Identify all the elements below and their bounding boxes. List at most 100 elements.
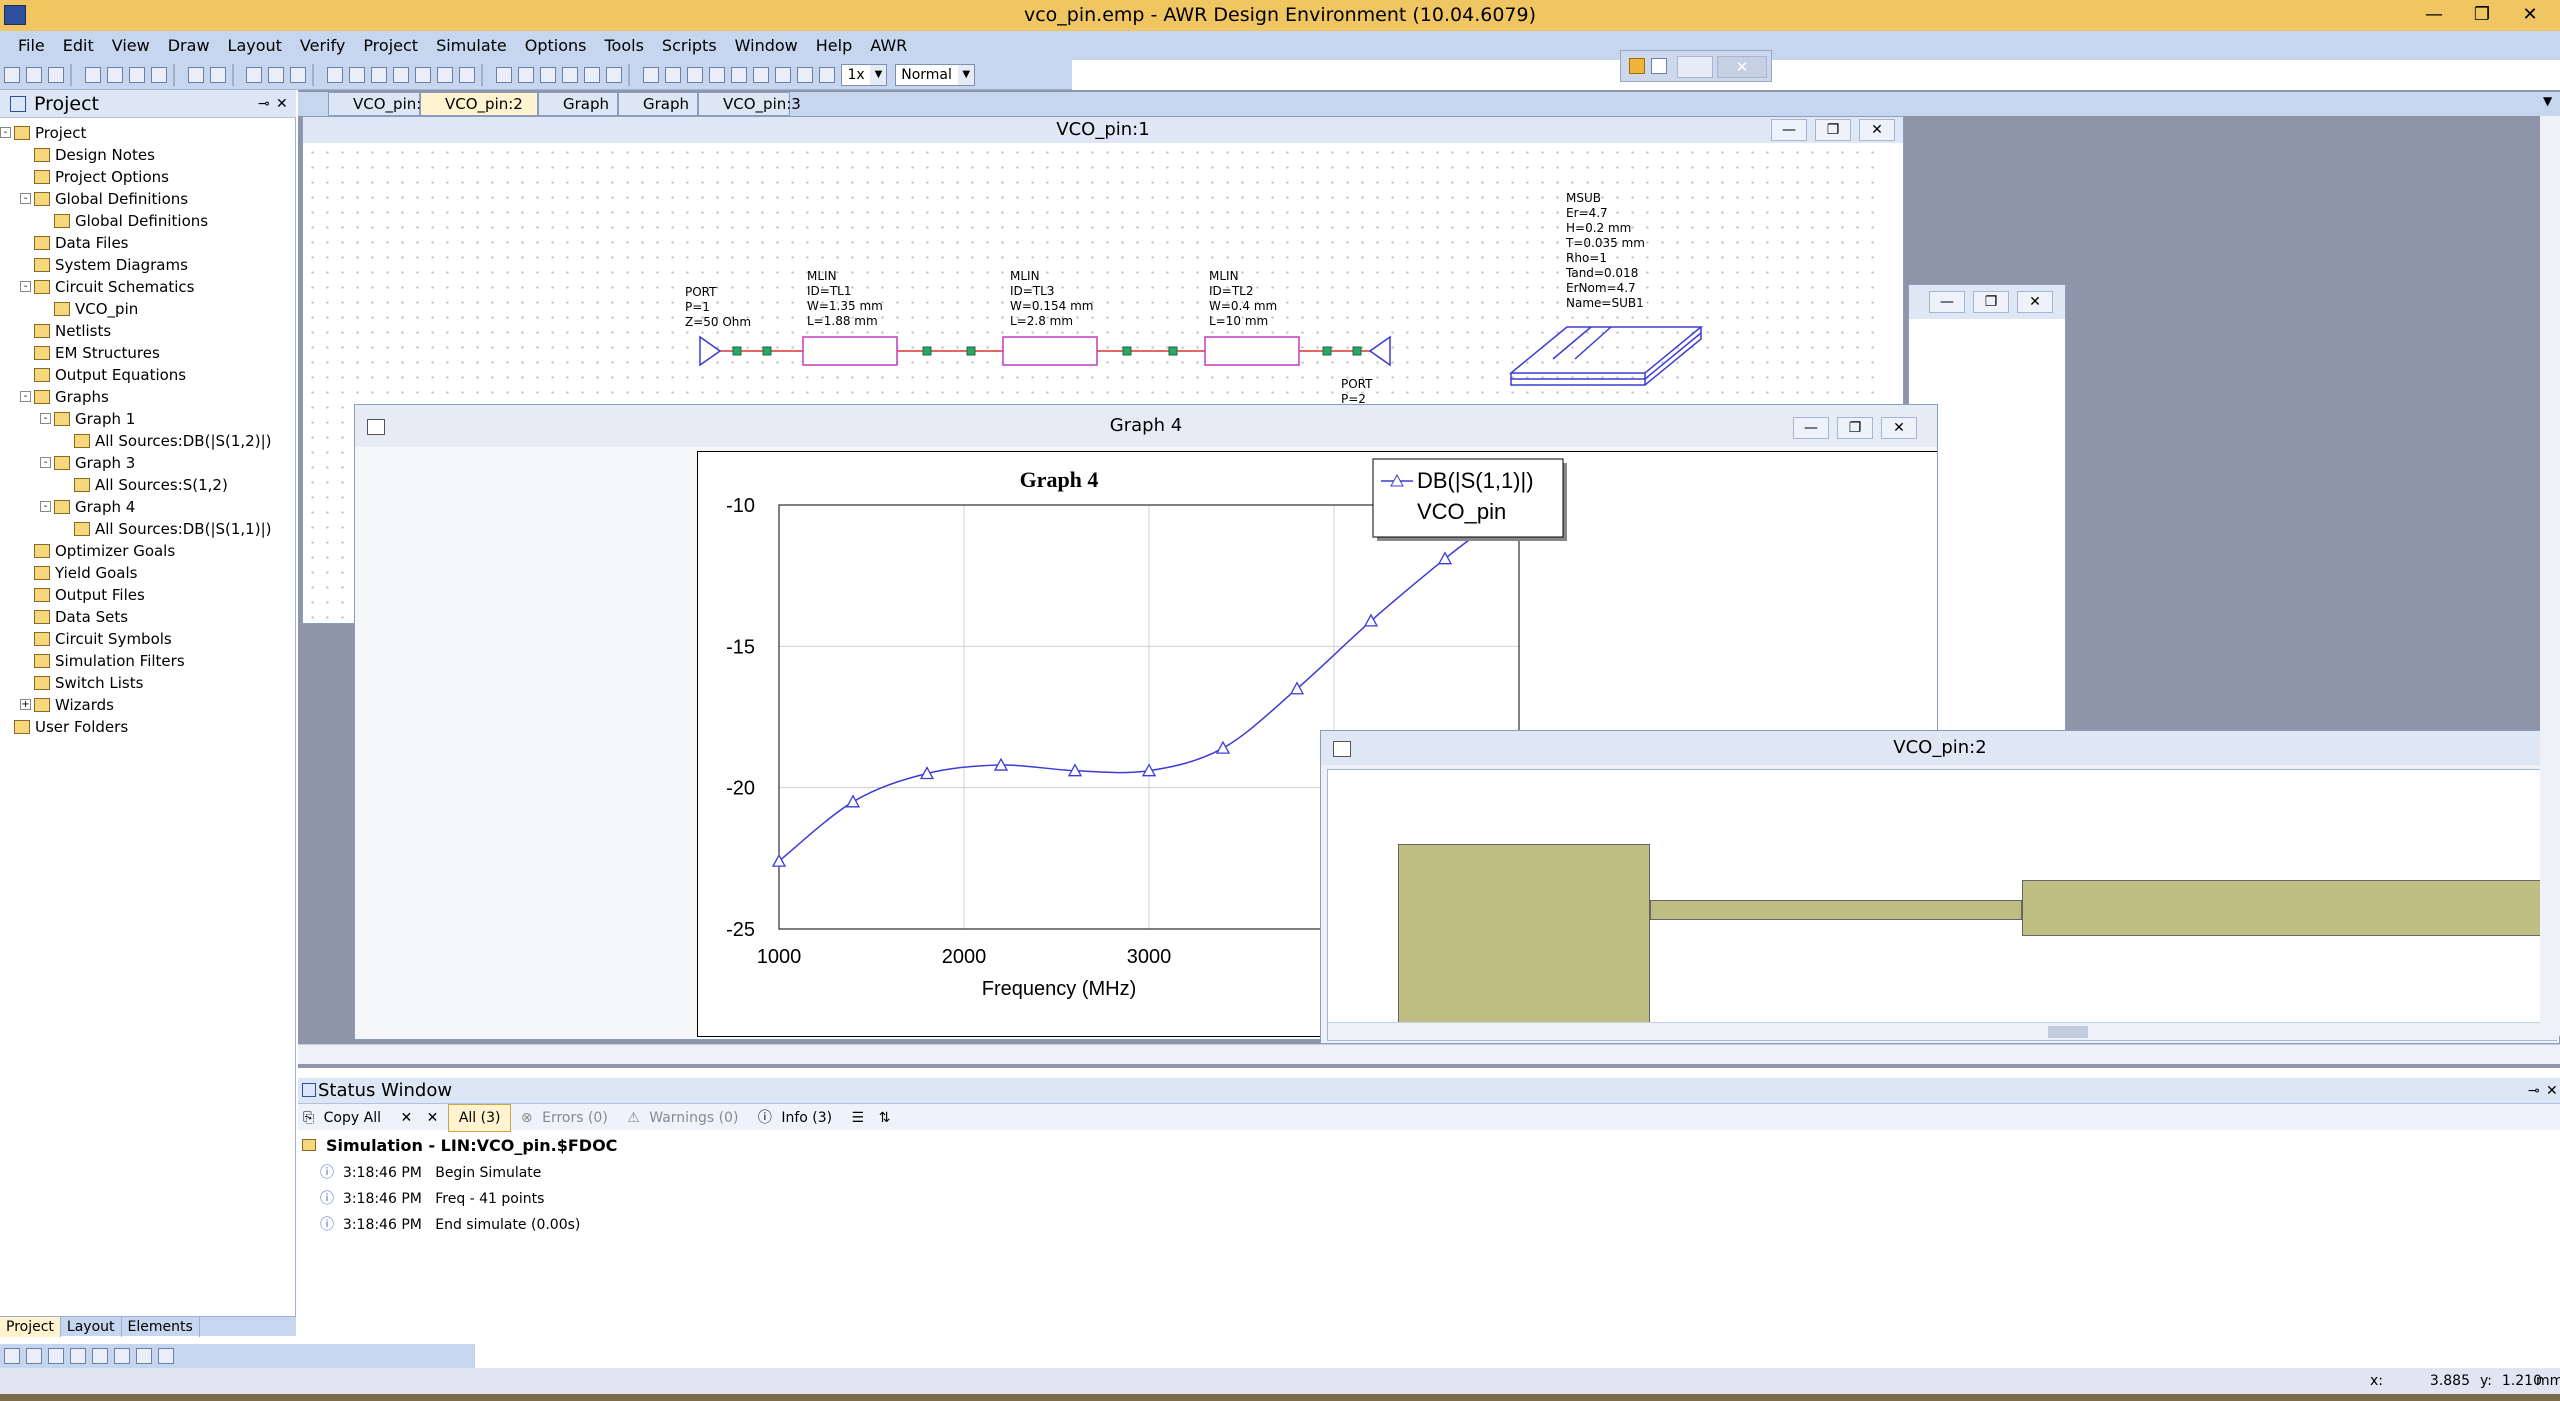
status-message[interactable]: ⓘ 3:18:46 PM Begin Simulate [320,1162,580,1188]
lock-icon[interactable] [818,67,835,83]
menu-help[interactable]: Help [807,31,861,60]
add-output-icon[interactable] [415,67,432,83]
clear-all-icon[interactable]: ✕ [422,1105,444,1131]
tree-item[interactable]: - Graphs [20,386,109,408]
doc-tab-vco-pin-1[interactable]: VCO_pin:1 [328,92,431,116]
graph-minimize-button[interactable]: — [1793,417,1829,439]
graph-maximize-button[interactable]: ❐ [1837,417,1873,439]
float-close-button[interactable]: ✕ [1717,56,1767,78]
zoom-area-icon[interactable] [246,67,263,83]
tree-item[interactable]: Simulation Filters [34,650,185,672]
collapse-icon[interactable]: - [20,391,31,402]
new-icon[interactable] [4,67,20,83]
port-icon[interactable] [495,67,512,83]
menu-tools[interactable]: Tools [596,31,653,60]
zoom-select[interactable]: 1x ▼ [841,64,888,86]
mdi-horizontal-scrollbar[interactable] [298,1044,2560,1064]
doc-tab-graph-1[interactable]: Graph 1 [618,92,698,135]
layout-view-icon[interactable] [642,67,659,83]
menu-simulate[interactable]: Simulate [427,31,516,60]
tree-item[interactable]: + Wizards [20,694,114,716]
element-icon[interactable] [561,67,578,83]
tree-item[interactable]: Design Notes [34,144,155,166]
tree-item[interactable]: - Global Definitions [20,188,188,210]
tree-item[interactable]: Global Definitions [54,210,208,232]
graph-close-button[interactable]: ✕ [1881,417,1917,439]
filter-errors-button[interactable]: ⊗ Errors (0) [516,1105,618,1131]
minimize-button[interactable]: — [2410,0,2458,31]
tree-item[interactable]: - Graph 3 [40,452,135,474]
snap-icon[interactable] [752,67,769,83]
tree-item[interactable]: Data Files [34,232,129,254]
tree-item[interactable]: Circuit Symbols [34,628,172,650]
status-message[interactable]: ⓘ 3:18:46 PM Freq - 41 points [320,1188,580,1214]
layout-3d-icon[interactable] [664,67,681,83]
flip-icon[interactable] [796,67,813,83]
tree-item[interactable]: - Circuit Schematics [20,276,194,298]
vco3-minimize-button[interactable]: — [1929,291,1965,313]
layout-canvas[interactable] [1327,769,2560,1041]
menu-edit[interactable]: Edit [54,31,103,60]
shape-icon[interactable] [92,1348,108,1364]
status-message[interactable]: ⓘ 3:18:46 PM End simulate (0.00s) [320,1214,580,1240]
tree-item[interactable]: All Sources:DB(|S(1,2)|) [74,430,271,452]
expand-icon[interactable]: + [20,699,31,710]
filter-all-button[interactable]: All (3) [447,1104,512,1132]
panel-close-icon[interactable]: ✕ [276,90,288,118]
mdi-vertical-scrollbar[interactable] [2540,116,2560,1036]
close-button[interactable]: ✕ [2506,0,2554,31]
tune-icon[interactable] [459,67,476,83]
copy-all-button[interactable]: ⎘ Copy All [298,1105,391,1131]
maximize-button[interactable]: ❐ [2458,0,2506,31]
collapse-icon[interactable]: - [40,457,51,468]
tree-item[interactable]: - Project [0,122,86,144]
menu-draw[interactable]: Draw [159,31,219,60]
collapse-icon[interactable]: - [20,281,31,292]
float-minimize-button[interactable] [1677,56,1713,78]
collapse-icon[interactable]: - [0,127,11,138]
delete-icon[interactable] [150,67,167,83]
vco3-maximize-button[interactable]: ❐ [1973,291,2009,313]
rotate-icon[interactable] [774,67,791,83]
tree-item[interactable]: All Sources:DB(|S(1,1)|) [74,518,271,540]
menu-project[interactable]: Project [354,31,427,60]
add-em-icon[interactable] [371,67,388,83]
panel-close-icon[interactable]: ✕ [2546,1078,2558,1104]
clear-icon[interactable]: ✕ [395,1105,417,1131]
subcircuit-icon[interactable] [583,67,600,83]
menu-scripts[interactable]: Scripts [653,31,726,60]
menu-verify[interactable]: Verify [291,31,354,60]
menu-view[interactable]: View [103,31,159,60]
window-restore-icon[interactable] [1651,58,1667,74]
collapse-icon[interactable]: - [40,413,51,424]
tree-item[interactable]: Project Options [34,166,169,188]
tree-item[interactable]: Output Files [34,584,145,606]
mode-select[interactable]: Normal ▼ [895,64,976,86]
doc-tab-vco-pin-2[interactable]: VCO_pin:2 × [420,92,538,135]
tree-item[interactable]: System Diagrams [34,254,188,276]
tree-item[interactable]: EM Structures [34,342,160,364]
tree-item[interactable]: Data Sets [34,606,128,628]
grid-icon[interactable] [136,1348,152,1364]
tabs-dropdown-icon[interactable]: ▼ [2543,94,2552,108]
tree-item[interactable]: Yield Goals [34,562,137,584]
layer-icon[interactable] [4,1348,20,1364]
filter-info-button[interactable]: ⓘ Info (3) [753,1105,842,1131]
tree-item[interactable]: User Folders [14,716,128,738]
tab-layout[interactable]: Layout [61,1317,122,1337]
vco3-close-button[interactable]: ✕ [2017,291,2053,313]
layout-scroll-thumb[interactable] [2048,1026,2088,1038]
distribute-icon[interactable] [48,1348,64,1364]
doc-tab-graph-4[interactable]: Graph 4 [538,92,618,135]
schematic-minimize-button[interactable]: — [1771,119,1807,141]
collapse-icon[interactable]: - [40,501,51,512]
menu-options[interactable]: Options [516,31,596,60]
measure-icon[interactable] [158,1348,174,1364]
group-icon[interactable] [70,1348,86,1364]
wire-icon[interactable] [539,67,556,83]
equation-icon[interactable] [605,67,622,83]
menu-awr[interactable]: AWR [861,31,916,60]
menu-layout[interactable]: Layout [219,31,291,60]
open-icon[interactable] [26,67,42,83]
tree-item[interactable]: - Graph 4 [40,496,135,518]
